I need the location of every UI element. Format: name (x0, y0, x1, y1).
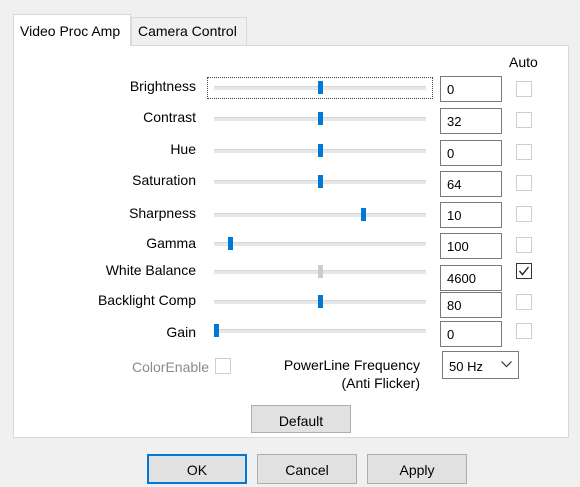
auto-column-header: Auto (509, 54, 538, 70)
white-balance-label: White Balance (105, 262, 196, 278)
powerline-frequency-label: PowerLine Frequency (Anti Flicker) (284, 356, 420, 392)
cancel-button[interactable]: Cancel (257, 454, 357, 484)
default-button[interactable]: Default (251, 405, 351, 433)
backlight-comp-slider[interactable] (214, 295, 426, 308)
hue-label: Hue (170, 141, 196, 157)
powerline-frequency-select[interactable]: 50 Hz (442, 351, 519, 379)
gamma-slider[interactable] (214, 237, 426, 250)
backlight-comp-auto-checkbox[interactable] (516, 294, 532, 310)
brightness-slider[interactable] (214, 81, 426, 94)
backlight-comp-value-field[interactable]: 80 (440, 292, 502, 318)
sharpness-value-field[interactable]: 10 (440, 202, 502, 228)
hue-slider-thumb[interactable] (318, 144, 323, 157)
hue-auto-checkbox[interactable] (516, 144, 532, 160)
powerline-label-line1: PowerLine Frequency (283, 357, 420, 373)
sharpness-slider[interactable] (214, 208, 426, 221)
brightness-auto-checkbox[interactable] (516, 81, 532, 97)
gamma-slider-thumb[interactable] (228, 237, 233, 250)
contrast-auto-checkbox[interactable] (516, 112, 532, 128)
chevron-down-icon (501, 361, 512, 368)
hue-slider[interactable] (214, 144, 426, 157)
saturation-value-field[interactable]: 64 (440, 171, 502, 197)
saturation-slider[interactable] (214, 175, 426, 188)
white-balance-slider-thumb[interactable] (318, 265, 323, 278)
contrast-slider[interactable] (214, 112, 426, 125)
brightness-value-field[interactable]: 0 (440, 76, 502, 102)
contrast-value-field[interactable]: 32 (440, 108, 502, 134)
backlight-comp-slider-thumb[interactable] (318, 295, 323, 308)
powerline-label-line2: (Anti Flicker) (341, 375, 420, 391)
apply-button[interactable]: Apply (367, 454, 467, 484)
sharpness-label: Sharpness (129, 205, 196, 221)
tab-camera-control[interactable]: Camera Control (131, 17, 247, 45)
ok-button[interactable]: OK (147, 454, 247, 484)
brightness-slider-thumb[interactable] (318, 81, 323, 94)
gain-slider[interactable] (214, 324, 426, 337)
white-balance-slider[interactable] (214, 265, 426, 278)
brightness-label: Brightness (129, 78, 196, 94)
checkmark-icon (518, 266, 530, 276)
sharpness-auto-checkbox[interactable] (516, 206, 532, 222)
tab-video-proc-amp[interactable]: Video Proc Amp (13, 14, 131, 46)
gamma-auto-checkbox[interactable] (516, 237, 532, 253)
color-enable-label: ColorEnable (132, 359, 210, 375)
gain-slider-thumb[interactable] (214, 324, 219, 337)
saturation-label: Saturation (132, 172, 196, 188)
gain-auto-checkbox[interactable] (516, 323, 532, 339)
backlight-comp-label: Backlight Comp (97, 292, 196, 308)
saturation-slider-thumb[interactable] (318, 175, 323, 188)
gain-value-field[interactable]: 0 (440, 321, 502, 347)
saturation-auto-checkbox[interactable] (516, 175, 532, 191)
gamma-label: Gamma (146, 235, 196, 251)
hue-value-field[interactable]: 0 (440, 140, 502, 166)
gamma-value-field[interactable]: 100 (440, 233, 502, 259)
white-balance-auto-checkbox[interactable] (516, 263, 532, 279)
sharpness-slider-thumb[interactable] (361, 208, 366, 221)
contrast-slider-thumb[interactable] (318, 112, 323, 125)
powerline-selected-value: 50 Hz (449, 359, 483, 374)
color-enable-checkbox[interactable] (215, 358, 231, 374)
white-balance-value-field[interactable]: 4600 (440, 265, 502, 291)
contrast-label: Contrast (143, 109, 196, 125)
gain-label: Gain (166, 324, 196, 340)
